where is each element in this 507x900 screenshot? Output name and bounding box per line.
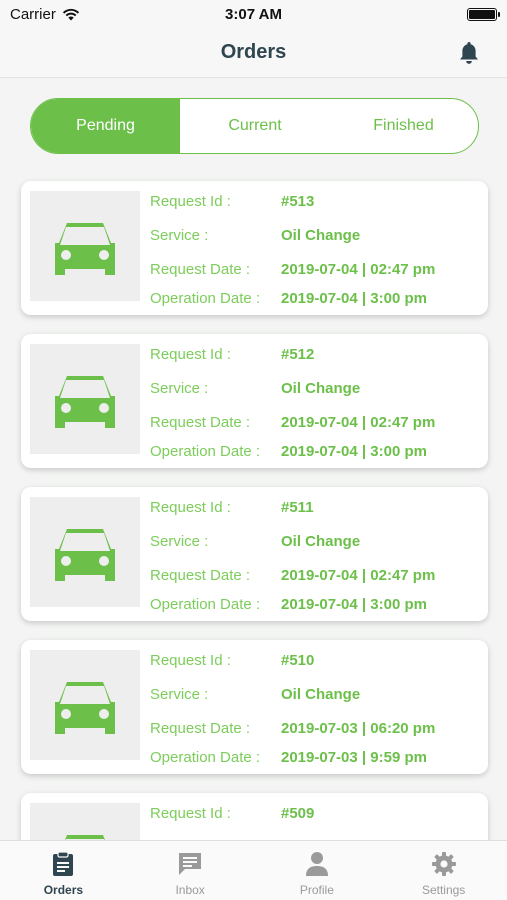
person-icon: [305, 852, 328, 876]
request-id-label: Request Id :: [150, 652, 231, 669]
request-id-label: Request Id :: [150, 193, 231, 210]
tab-orders-label: Orders: [43, 883, 84, 897]
request-date-label: Request Date :: [150, 567, 251, 584]
operation-date-label: Operation Date :: [150, 290, 261, 307]
chat-icon: [179, 853, 202, 875]
service-value: Oil Change: [281, 380, 361, 397]
order-thumbnail: [30, 344, 140, 454]
request-id-value: #509: [281, 805, 315, 822]
car-icon: [55, 376, 115, 428]
order-thumbnail: [30, 650, 140, 760]
service-value: Oil Change: [281, 533, 361, 550]
service-value: Oil Change: [281, 686, 361, 703]
request-id-value: #512: [281, 346, 315, 363]
request-date-value: 2019-07-04 | 02:47 pm: [281, 261, 436, 278]
service-label: Service :: [150, 380, 209, 397]
nav-bar: Orders: [0, 28, 507, 78]
order-thumbnail: [30, 497, 140, 607]
operation-date-value: 2019-07-04 | 3:00 pm: [281, 290, 427, 307]
order-card[interactable]: Request Id : #510 Service : Oil Change R…: [21, 640, 488, 774]
wifi-icon: [62, 8, 79, 20]
car-icon: [55, 529, 115, 581]
clipboard-icon: [53, 851, 74, 876]
request-id-value: #511: [281, 499, 314, 516]
segment-current[interactable]: Current: [180, 99, 330, 153]
bottom-tab-bar: Orders Inbox Profile Settings: [0, 840, 507, 900]
tab-settings-label: Settings: [421, 883, 466, 897]
bell-icon[interactable]: [457, 40, 481, 66]
request-date-label: Request Date :: [150, 720, 251, 737]
request-date-value: 2019-07-04 | 02:47 pm: [281, 567, 436, 584]
order-card[interactable]: Request Id : #512 Service : Oil Change R…: [21, 334, 488, 468]
gear-icon: [431, 852, 456, 876]
operation-date-label: Operation Date :: [150, 596, 261, 613]
battery-icon: [467, 7, 500, 21]
operation-date-value: 2019-07-04 | 3:00 pm: [281, 596, 427, 613]
request-id-label: Request Id :: [150, 499, 231, 516]
tab-inbox-label: Inbox: [175, 883, 205, 897]
order-thumbnail: [30, 191, 140, 301]
operation-date-label: Operation Date :: [150, 749, 261, 766]
request-date-label: Request Date :: [150, 261, 251, 278]
request-id-value: #513: [281, 193, 315, 210]
request-id-label: Request Id :: [150, 346, 231, 363]
service-label: Service :: [150, 686, 209, 703]
car-icon: [55, 223, 115, 275]
status-bar: Carrier 3:07 AM: [0, 0, 507, 28]
request-id-label: Request Id :: [150, 805, 231, 822]
tab-profile-label: Profile: [299, 883, 334, 897]
request-id-value: #510: [281, 652, 315, 669]
tab-profile[interactable]: Profile: [254, 841, 381, 900]
operation-date-value: 2019-07-04 | 3:00 pm: [281, 443, 427, 460]
carrier-label: Carrier: [10, 5, 56, 23]
tab-orders[interactable]: Orders: [0, 841, 127, 900]
request-date-value: 2019-07-04 | 02:47 pm: [281, 414, 436, 431]
service-label: Service :: [150, 533, 209, 550]
service-value: Oil Change: [281, 227, 361, 244]
order-status-segmented-control: Pending Current Finished: [30, 98, 479, 154]
page-title: Orders: [220, 41, 287, 63]
status-left: Carrier: [10, 6, 80, 23]
car-icon: [55, 682, 115, 734]
order-card[interactable]: Request Id : #511 Service : Oil Change R…: [21, 487, 488, 621]
tab-settings[interactable]: Settings: [380, 841, 507, 900]
request-date-value: 2019-07-03 | 06:20 pm: [281, 720, 436, 737]
tab-inbox[interactable]: Inbox: [127, 841, 254, 900]
operation-date-value: 2019-07-03 | 9:59 pm: [281, 749, 427, 766]
segment-finished[interactable]: Finished: [330, 99, 477, 153]
segment-pending[interactable]: Pending: [31, 99, 180, 153]
request-date-label: Request Date :: [150, 414, 251, 431]
service-label: Service :: [150, 227, 209, 244]
order-card[interactable]: Request Id : #513 Service : Oil Change R…: [21, 181, 488, 315]
operation-date-label: Operation Date :: [150, 443, 261, 460]
